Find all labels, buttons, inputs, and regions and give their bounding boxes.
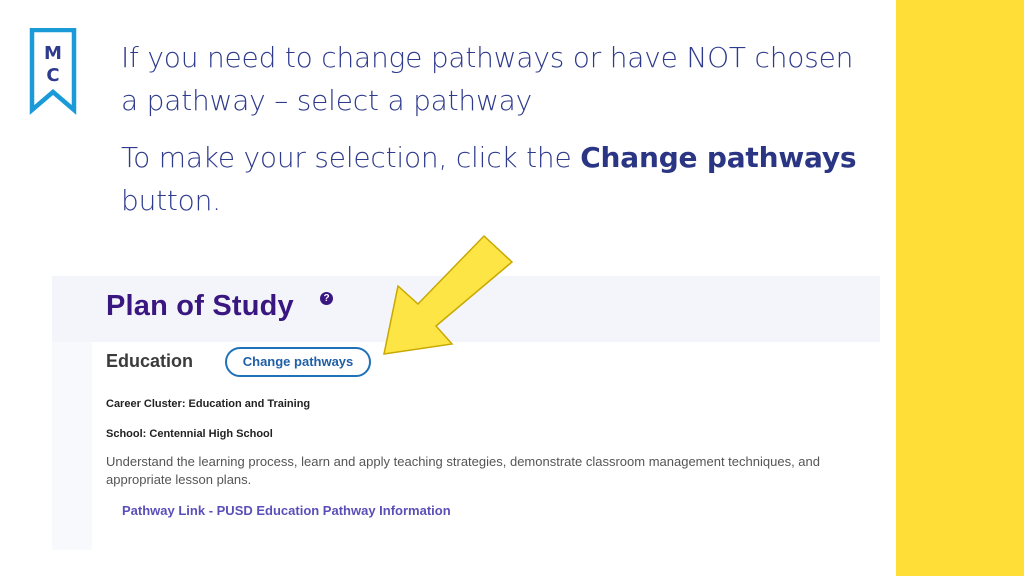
question-circle-icon[interactable]: ? (320, 292, 333, 305)
pathway-card: Education Change pathways Career Cluster… (92, 342, 880, 550)
arrow-pointer-icon (383, 234, 514, 355)
svg-text:M: M (44, 43, 62, 64)
slide-heading: If you need to change pathways or have N… (121, 41, 854, 117)
instruction-prefix: To make your selection, click the (121, 141, 581, 174)
mc-logo-icon: M C (29, 27, 77, 115)
career-cluster: Career Cluster: Education and Training (106, 398, 311, 410)
yellow-accent-bar (896, 0, 1024, 576)
instruction-suffix: button. (121, 184, 221, 217)
pathway-link[interactable]: Pathway Link - PUSD Education Pathway In… (122, 503, 451, 518)
pathway-description: Understand the learning process, learn a… (106, 454, 820, 487)
school-name: School: Centennial High School (106, 428, 273, 440)
change-pathways-button[interactable]: Change pathways (225, 347, 371, 377)
slide-instruction: To make your selection, click the Change… (121, 136, 861, 222)
slide-text: If you need to change pathways or have N… (121, 36, 861, 222)
svg-text:C: C (46, 65, 59, 86)
mc-logo: M C (27, 27, 79, 116)
pathway-name: Education (106, 351, 194, 371)
plan-of-study-title: Plan of Study (106, 290, 294, 322)
instruction-bold: Change pathways (580, 141, 857, 174)
